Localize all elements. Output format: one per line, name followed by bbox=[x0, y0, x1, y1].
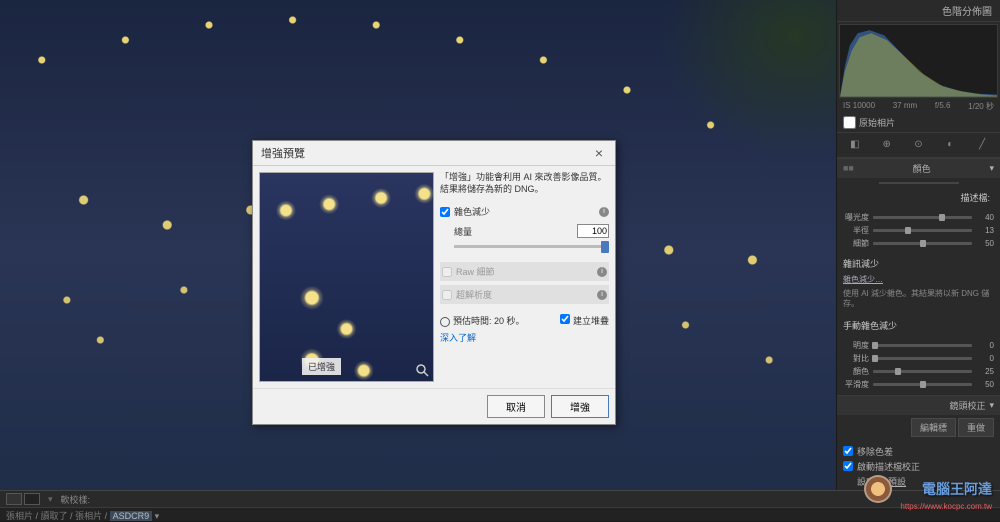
stack-checkbox[interactable] bbox=[560, 314, 570, 324]
tool-tabs: ◧ ⊕ ⊙ ◐ ╱ bbox=[837, 133, 1000, 158]
denoise-option[interactable]: 雜色減少 i bbox=[440, 203, 609, 220]
enhance-dialog: 增強預覽 × 已增強 「增強」功能會利用 AI 來改善影像品質。結果將儲存為新的… bbox=[252, 140, 616, 425]
cancel-button[interactable]: 取消 bbox=[487, 395, 545, 418]
compare-view-icon[interactable] bbox=[24, 493, 40, 505]
dialog-titlebar[interactable]: 增強預覽 × bbox=[253, 141, 615, 166]
slider-row: 半徑 13 bbox=[843, 225, 994, 236]
chevron-down-icon[interactable]: ▾ bbox=[48, 494, 53, 505]
remove-ca-checkbox[interactable] bbox=[843, 446, 853, 456]
color-slider[interactable] bbox=[873, 370, 972, 373]
clock-icon bbox=[440, 317, 450, 327]
enhance-button[interactable]: 增強 bbox=[551, 395, 609, 418]
watermark-text: 電腦王阿達 bbox=[922, 479, 992, 499]
dialog-title-text: 增強預覽 bbox=[261, 145, 305, 161]
denoise-link[interactable]: 雜色減少… bbox=[837, 273, 1000, 287]
info-icon[interactable]: i bbox=[597, 290, 607, 300]
histogram-header[interactable]: 色階分佈圖 bbox=[837, 0, 1000, 22]
breadcrumb-current[interactable]: ASDCR9 bbox=[110, 511, 153, 521]
detail-slider[interactable] bbox=[873, 242, 972, 245]
smooth-slider[interactable] bbox=[873, 383, 972, 386]
super-res-option: 超解析度 i bbox=[440, 285, 609, 304]
super-res-checkbox bbox=[442, 290, 452, 300]
original-checkbox[interactable] bbox=[843, 116, 856, 129]
watermark-url: https://www.kocpc.com.tw bbox=[900, 502, 992, 511]
luminance-slider[interactable] bbox=[873, 344, 972, 347]
raw-detail-checkbox bbox=[442, 267, 452, 277]
info-icon[interactable]: i bbox=[599, 207, 609, 217]
mask-tool-icon[interactable]: ◐ bbox=[942, 137, 958, 153]
original-label: 原始相片 bbox=[859, 116, 895, 129]
radius-slider[interactable] bbox=[873, 229, 972, 232]
loupe-view-icon[interactable] bbox=[6, 493, 22, 505]
time-estimate: 預估時間: 20 秒。 bbox=[440, 314, 525, 327]
profile-title: 描述檔: bbox=[837, 188, 1000, 207]
contrast-slider[interactable] bbox=[873, 357, 972, 360]
original-photo-row[interactable]: 原始相片 bbox=[837, 113, 1000, 133]
watermark-logo-icon bbox=[864, 475, 892, 503]
info-icon[interactable]: i bbox=[597, 267, 607, 277]
lens-panel-header[interactable]: 鏡頭校正 ▾ bbox=[837, 395, 1000, 415]
raw-detail-option: Raw 細節 i bbox=[440, 262, 609, 281]
detail-thumbnail[interactable] bbox=[879, 182, 959, 184]
slider-row: 細節 50 bbox=[843, 238, 994, 249]
close-icon[interactable]: × bbox=[591, 145, 607, 161]
amount-input[interactable] bbox=[577, 224, 609, 238]
noise-title: 雜訊減少 bbox=[837, 254, 1000, 273]
denoise-desc: 使用 AI 減少雜色。其結果將以新 DNG 儲存。 bbox=[837, 287, 1000, 312]
basic-panel-header[interactable]: ■■ 顏色 ▾ bbox=[837, 158, 1000, 178]
exposure-slider[interactable] bbox=[873, 216, 972, 219]
profile-correction-checkbox[interactable] bbox=[843, 461, 853, 471]
edit-button[interactable]: 編輯標 bbox=[911, 418, 956, 437]
noise-sliders: 明度0 對比0 顏色25 平滑度50 bbox=[837, 335, 1000, 395]
learn-more-link[interactable]: 深入了解 bbox=[440, 331, 609, 344]
enhance-preview[interactable]: 已增強 bbox=[259, 172, 434, 382]
bottom-toolbar: ▾ 軟校樣: bbox=[0, 490, 1000, 507]
brush-tool-icon[interactable]: ╱ bbox=[974, 137, 990, 153]
manual-noise-title: 手動雜色減少 bbox=[837, 316, 1000, 335]
histogram[interactable] bbox=[839, 24, 998, 98]
amount-slider[interactable] bbox=[454, 240, 609, 254]
heal-tool-icon[interactable]: ⊕ bbox=[879, 137, 895, 153]
zoom-icon[interactable] bbox=[415, 363, 429, 377]
dialog-description: 「增強」功能會利用 AI 來改善影像品質。結果將儲存為新的 DNG。 bbox=[440, 172, 609, 195]
eye-tool-icon[interactable]: ⊙ bbox=[910, 137, 926, 153]
preview-badge: 已增強 bbox=[302, 358, 341, 375]
chevron-down-icon: ▾ bbox=[989, 400, 994, 411]
soft-proof-label: 軟校樣: bbox=[61, 493, 91, 506]
redo-button[interactable]: 重做 bbox=[958, 418, 994, 437]
sharpening-sliders: 曝光度 40 半徑 13 細節 50 bbox=[837, 207, 1000, 254]
denoise-checkbox[interactable] bbox=[440, 207, 450, 217]
right-panel: 色階分佈圖 IS 10000 37 mm f/5.6 1/20 秒 原始相片 ◧… bbox=[836, 0, 1000, 500]
amount-label: 總量 bbox=[454, 225, 472, 238]
slider-row: 曝光度 40 bbox=[843, 212, 994, 223]
crop-tool-icon[interactable]: ◧ bbox=[847, 137, 863, 153]
histogram-info: IS 10000 37 mm f/5.6 1/20 秒 bbox=[837, 100, 1000, 113]
chevron-down-icon: ▾ bbox=[989, 163, 994, 174]
breadcrumb: 張相片 / 讀取了 / 張相片 / ASDCR9 ▾ bbox=[0, 507, 1000, 521]
